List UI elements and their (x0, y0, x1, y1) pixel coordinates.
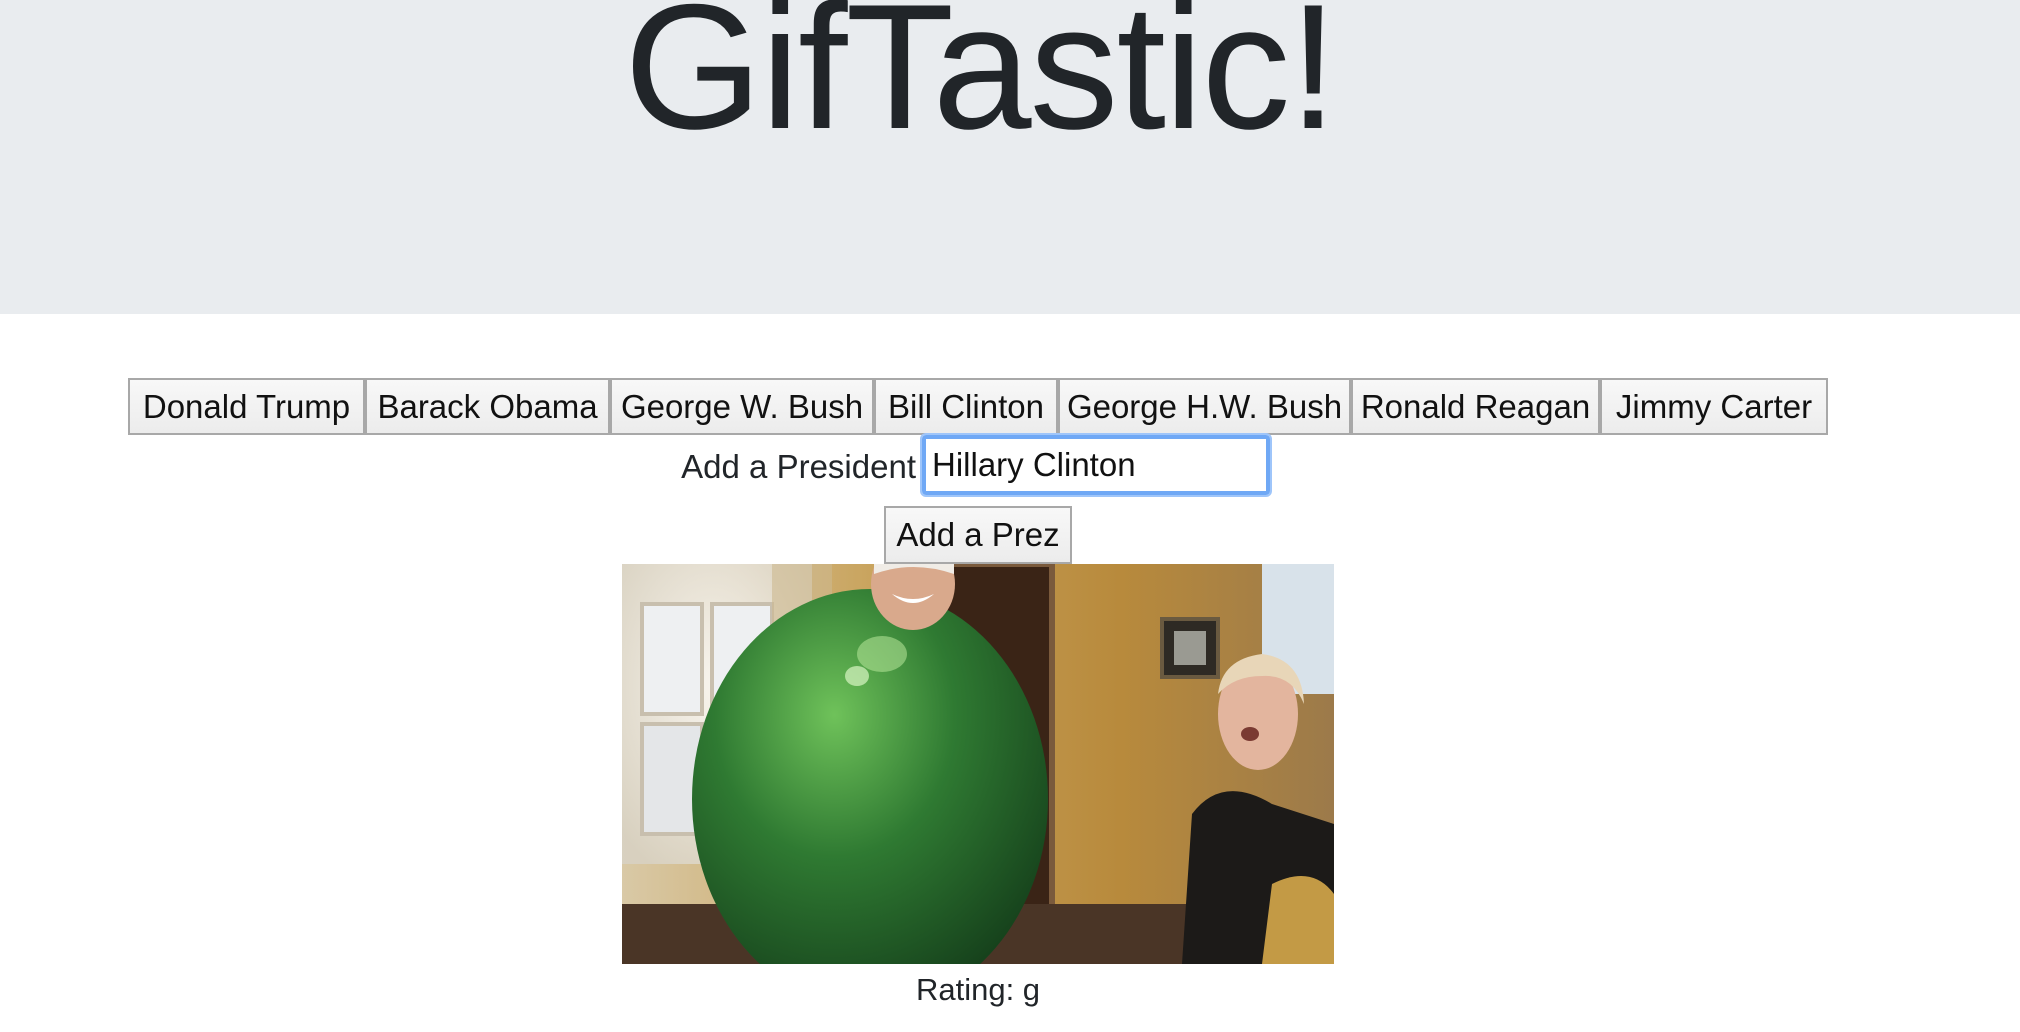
president-button-ronald-reagan[interactable]: Ronald Reagan (1351, 378, 1600, 435)
president-button-bill-clinton[interactable]: Bill Clinton (874, 378, 1058, 435)
page-title: GifTastic! (624, 0, 1338, 166)
president-button-jimmy-carter[interactable]: Jimmy Carter (1600, 378, 1828, 435)
president-button-donald-trump[interactable]: Donald Trump (128, 378, 365, 435)
gif-illustration (622, 564, 1334, 964)
president-button-george-hw-bush[interactable]: George H.W. Bush (1058, 378, 1351, 435)
president-button-george-w-bush[interactable]: George W. Bush (610, 378, 874, 435)
add-president-label: Add a President (681, 448, 916, 485)
gif-rating: Rating: g (915, 972, 1041, 1007)
gif-image[interactable] (622, 564, 1334, 964)
add-prez-button[interactable]: Add a Prez (884, 506, 1072, 564)
president-button-barack-obama[interactable]: Barack Obama (365, 378, 610, 435)
president-button-row: Donald Trump Barack Obama George W. Bush… (128, 378, 1828, 435)
president-input[interactable] (920, 433, 1272, 497)
jumbotron-header: GifTastic! (0, 0, 2020, 314)
